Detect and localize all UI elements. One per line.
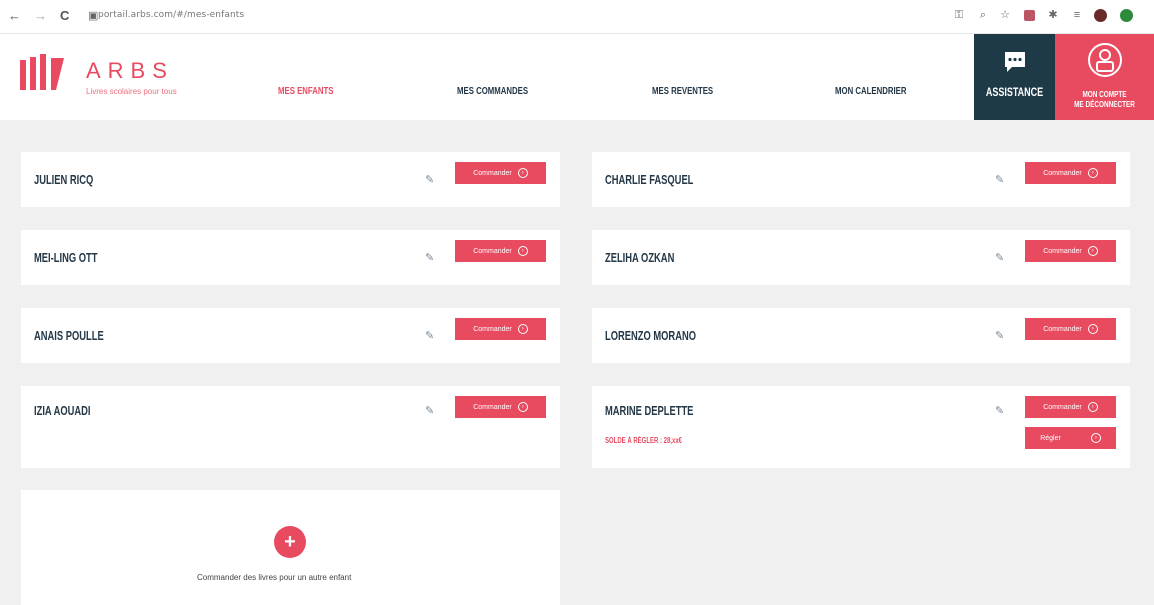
browser-toolbar: ← → C ▣ portail.arbs.com/#/mes-enfants ⚿…	[0, 0, 1154, 34]
back-arrow-icon[interactable]: ←	[8, 8, 21, 24]
star-icon[interactable]: ☆	[998, 8, 1012, 22]
account-label: MON COMPTE ME DÉCONNECTER	[1074, 90, 1135, 109]
add-child-card[interactable]: + Commander des livres pour un autre enf…	[21, 490, 560, 605]
child-name: CHARLIE FASQUEL	[605, 172, 694, 187]
brand-name: ARBS	[86, 58, 174, 83]
edit-icon[interactable]: ✎	[995, 251, 1004, 264]
add-child-label[interactable]: Commander des livres pour un autre enfan…	[197, 573, 351, 582]
arrow-circle-icon: ›	[517, 246, 528, 256]
arrow-circle-icon: ›	[1090, 433, 1101, 443]
arrow-circle-icon: ›	[1087, 324, 1098, 334]
edit-icon[interactable]: ✎	[425, 251, 434, 264]
order-button[interactable]: Commander ›	[455, 162, 546, 184]
extension-icon[interactable]	[1024, 10, 1035, 21]
key-icon[interactable]: ⚿	[952, 8, 966, 22]
arrow-circle-icon: ›	[517, 402, 528, 412]
account-button[interactable]: MON COMPTE ME DÉCONNECTER	[1055, 34, 1154, 120]
arrow-circle-icon: ›	[517, 324, 528, 334]
child-name: ZELIHA OZKAN	[605, 250, 675, 265]
child-card: JULIEN RICQ ✎ Commander ›	[21, 152, 560, 207]
nav-mes-enfants[interactable]: MES ENFANTS	[278, 86, 333, 97]
child-name: MARINE DEPLETTE	[605, 403, 694, 418]
child-card: MARINE DEPLETTE SOLDE À RÉGLER : 28,xx€ …	[592, 386, 1130, 468]
puzzle-icon[interactable]: ✱	[1046, 8, 1060, 22]
child-card: ANAIS POULLE ✎ Commander ›	[21, 308, 560, 363]
arrow-circle-icon: ›	[1087, 246, 1098, 256]
child-card: IZIA AOUADI ✎ Commander ›	[21, 386, 560, 468]
edit-icon[interactable]: ✎	[425, 404, 434, 417]
brand-tagline: Livres scolaires pour tous	[86, 87, 177, 96]
lock-icon: ▣	[88, 10, 99, 22]
edit-icon[interactable]: ✎	[995, 173, 1004, 186]
zoom-icon[interactable]: ⌕	[976, 8, 990, 22]
edit-icon[interactable]: ✎	[995, 404, 1004, 417]
assistance-button[interactable]: ASSISTANCE	[974, 34, 1055, 120]
arrow-circle-icon: ›	[1087, 402, 1098, 412]
forward-arrow-icon[interactable]: →	[34, 8, 47, 24]
sync-icon[interactable]	[1120, 9, 1133, 22]
assistance-label: ASSISTANCE	[985, 85, 1044, 99]
arbs-logo-icon[interactable]	[20, 54, 72, 94]
order-button[interactable]: Commander ›	[455, 318, 546, 340]
order-button[interactable]: Commander ›	[1025, 240, 1116, 262]
pay-button[interactable]: Régler ›	[1025, 427, 1116, 449]
edit-icon[interactable]: ✎	[995, 329, 1004, 342]
queue-icon[interactable]: ≡	[1070, 8, 1084, 22]
child-name: LORENZO MORANO	[605, 328, 697, 343]
child-card: MEI-LING OTT ✎ Commander ›	[21, 230, 560, 285]
nav-mon-calendrier[interactable]: MON CALENDRIER	[835, 86, 907, 97]
arrow-circle-icon: ›	[1087, 168, 1098, 178]
nav-mes-reventes[interactable]: MES REVENTES	[652, 86, 713, 97]
nav-mes-commandes[interactable]: MES COMMANDES	[457, 86, 528, 97]
child-card: CHARLIE FASQUEL ✎ Commander ›	[592, 152, 1130, 207]
order-button[interactable]: Commander ›	[455, 240, 546, 262]
user-icon	[1088, 43, 1122, 77]
child-card: ZELIHA OZKAN ✎ Commander ›	[592, 230, 1130, 285]
edit-icon[interactable]: ✎	[425, 173, 434, 186]
order-button[interactable]: Commander ›	[1025, 396, 1116, 418]
child-name: MEI-LING OTT	[34, 250, 98, 265]
child-name: IZIA AOUADI	[34, 403, 91, 418]
profile-avatar[interactable]	[1094, 9, 1107, 22]
order-button[interactable]: Commander ›	[1025, 162, 1116, 184]
order-button[interactable]: Commander ›	[1025, 318, 1116, 340]
chat-bubble-icon	[1005, 52, 1025, 72]
child-card: LORENZO MORANO ✎ Commander ›	[592, 308, 1130, 363]
address-bar[interactable]: portail.arbs.com/#/mes-enfants	[98, 10, 244, 20]
balance-due: SOLDE À RÉGLER : 28,xx€	[605, 436, 683, 445]
add-icon[interactable]: +	[274, 526, 306, 558]
child-name: ANAIS POULLE	[34, 328, 104, 343]
arrow-circle-icon: ›	[517, 168, 528, 178]
edit-icon[interactable]: ✎	[425, 329, 434, 342]
reload-icon[interactable]: C	[60, 8, 69, 24]
child-name: JULIEN RICQ	[34, 172, 94, 187]
order-button[interactable]: Commander ›	[455, 396, 546, 418]
